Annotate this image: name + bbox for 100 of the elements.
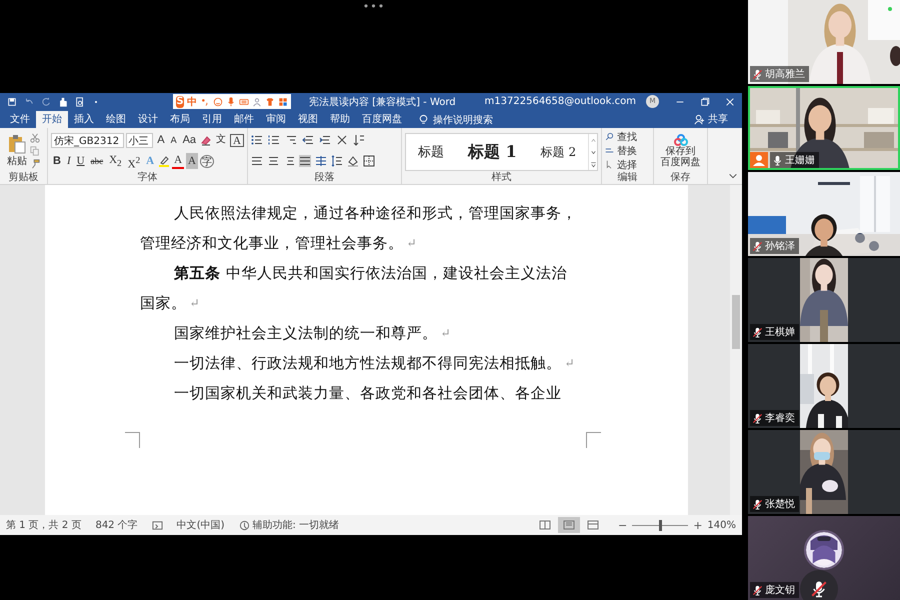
ribbon-tab[interactable]: 开始 bbox=[36, 111, 68, 128]
ribbon-tab[interactable]: 邮件 bbox=[228, 111, 260, 128]
more-button[interactable]: ••• bbox=[362, 0, 386, 14]
superscript-button[interactable]: X$^{2}$ bbox=[126, 153, 142, 169]
highlighter-icon[interactable] bbox=[158, 155, 170, 167]
ribbon-tab[interactable]: 帮助 bbox=[324, 111, 356, 128]
window-title: 宪法晨读内容 [兼容模式] - Word bbox=[308, 96, 457, 108]
document-text: 一切法律、行政法规和地方性法规都不得同宪法相抵触。 bbox=[174, 353, 562, 374]
person-icon[interactable] bbox=[694, 114, 705, 125]
ribbon-tab[interactable]: 百度网盘 bbox=[356, 111, 408, 128]
web-page-icon bbox=[586, 520, 599, 530]
word-count[interactable]: 842 个字 bbox=[95, 518, 138, 532]
strikethrough-button[interactable]: abc bbox=[88, 153, 106, 169]
punctuation-icon[interactable] bbox=[200, 96, 210, 106]
align-left-icon[interactable] bbox=[251, 155, 263, 167]
participant-tile[interactable]: 庞文钥 bbox=[748, 516, 900, 600]
decrease-indent-icon[interactable] bbox=[302, 134, 314, 146]
character-shading-button[interactable]: A bbox=[186, 153, 198, 169]
shading-icon[interactable] bbox=[347, 155, 359, 167]
multilevel-list-icon[interactable] bbox=[285, 134, 297, 146]
select-button[interactable]: 选择 bbox=[605, 158, 650, 171]
find-button[interactable]: 查找 bbox=[605, 130, 650, 143]
character-border-button[interactable]: A bbox=[230, 134, 244, 146]
smiley-icon[interactable] bbox=[213, 96, 223, 106]
ribbon-tab[interactable]: 文件 bbox=[4, 111, 36, 128]
redo-icon[interactable] bbox=[41, 96, 51, 106]
print-layout-button[interactable] bbox=[558, 517, 580, 533]
zoom-level[interactable]: 140% bbox=[707, 520, 736, 530]
font-size-field[interactable]: 小三 bbox=[126, 132, 154, 148]
italic-button[interactable]: I bbox=[64, 153, 73, 169]
sort-icon[interactable] bbox=[353, 134, 365, 146]
ribbon-tab[interactable]: 插入 bbox=[68, 111, 100, 128]
page-icon bbox=[562, 520, 575, 530]
ribbon-tab[interactable]: 引用 bbox=[196, 111, 228, 128]
increase-indent-icon[interactable] bbox=[319, 134, 331, 146]
share-button[interactable]: 共享 bbox=[688, 111, 734, 128]
zoom-in-button[interactable]: + bbox=[693, 518, 702, 532]
paragraph-mark: ↵ bbox=[406, 235, 418, 252]
numbering-icon[interactable] bbox=[268, 134, 280, 146]
participant-tile[interactable]: 李睿奕 bbox=[748, 344, 900, 428]
save-to-cloud-button[interactable]: 保存到 百度网盘 bbox=[657, 134, 704, 168]
bullets-icon[interactable] bbox=[251, 134, 263, 146]
page-count[interactable]: 第 1 页，共 2 页 bbox=[6, 518, 82, 532]
grid-icon[interactable] bbox=[278, 96, 288, 106]
borders-icon[interactable] bbox=[363, 155, 375, 167]
asian-layout-icon[interactable] bbox=[336, 134, 348, 146]
participant-tile[interactable]: 王棋婵 bbox=[748, 258, 900, 342]
participant-tile[interactable]: 胡高雅兰 bbox=[748, 0, 900, 84]
macro-icon[interactable] bbox=[152, 520, 163, 530]
microphone-icon[interactable] bbox=[226, 96, 236, 106]
ribbon-tab[interactable]: 设计 bbox=[132, 111, 164, 128]
undo-icon[interactable] bbox=[24, 96, 34, 106]
shirt-icon[interactable] bbox=[265, 96, 275, 106]
replace-button[interactable]: 替换 bbox=[605, 144, 650, 157]
subscript-button[interactable]: X$_{2}$ bbox=[107, 153, 124, 169]
align-center-icon[interactable] bbox=[267, 155, 279, 167]
format-painter-icon[interactable] bbox=[30, 158, 40, 168]
ribbon-tab[interactable]: 审阅 bbox=[260, 111, 292, 128]
participant-tile[interactable]: 张楚悦 bbox=[748, 430, 900, 514]
grow-font-button[interactable]: A bbox=[155, 132, 167, 148]
participant-tile[interactable]: 孙铭泽 bbox=[748, 172, 900, 256]
ribbon-tab[interactable]: 布局 bbox=[164, 111, 196, 128]
save-icon[interactable] bbox=[7, 96, 17, 106]
ribbon-tab[interactable]: 绘图 bbox=[100, 111, 132, 128]
language-status[interactable]: 中文(中国) bbox=[176, 518, 225, 532]
style-option[interactable]: 标题 2 bbox=[528, 144, 588, 160]
restore-icon[interactable] bbox=[700, 96, 710, 106]
eraser-icon[interactable] bbox=[200, 134, 212, 146]
expand-icon[interactable] bbox=[590, 160, 597, 168]
justify-icon[interactable] bbox=[299, 155, 311, 167]
phonetic-guide-button[interactable]: 文 bbox=[214, 132, 228, 148]
accessibility-icon[interactable] bbox=[238, 520, 250, 530]
collapse-ribbon-icon[interactable] bbox=[728, 171, 738, 181]
lightbulb-icon[interactable] bbox=[418, 114, 429, 125]
print-preview-icon[interactable] bbox=[75, 96, 85, 106]
underline-button[interactable]: U bbox=[74, 153, 87, 169]
accessibility-status[interactable]: 辅助功能: 一切就绪 bbox=[252, 518, 340, 532]
scroll-down-icon[interactable] bbox=[590, 148, 597, 156]
close-icon[interactable] bbox=[724, 96, 734, 106]
font-color-button[interactable]: A bbox=[172, 153, 184, 169]
muted-mic-icon bbox=[752, 326, 763, 338]
style-option[interactable]: 标题 bbox=[406, 143, 456, 161]
tell-me-search[interactable]: 操作说明搜索 bbox=[433, 112, 493, 126]
distributed-icon[interactable] bbox=[315, 155, 327, 167]
line-spacing-icon[interactable] bbox=[331, 155, 343, 167]
enclose-characters-button[interactable]: 字 bbox=[200, 154, 214, 168]
paste-button[interactable]: 粘贴 bbox=[7, 134, 27, 168]
shrink-font-button[interactable]: A bbox=[168, 132, 179, 148]
font-name-field[interactable]: 仿宋_GB2312 bbox=[51, 132, 124, 148]
style-option[interactable]: 标题 1 bbox=[456, 142, 529, 162]
participant-tile[interactable]: 王姗姗 bbox=[748, 86, 900, 170]
change-case-button[interactable]: Aa bbox=[180, 132, 198, 148]
participant-name: 李睿奕 bbox=[765, 412, 795, 425]
bold-button[interactable]: B bbox=[51, 153, 63, 169]
ribbon-tab[interactable]: 视图 bbox=[292, 111, 324, 128]
vertical-scrollbar[interactable] bbox=[730, 185, 742, 515]
cut-icon[interactable] bbox=[30, 132, 40, 142]
muted-mic-icon bbox=[752, 68, 763, 80]
zoom-out-button[interactable]: − bbox=[618, 518, 628, 532]
keyboard-icon[interactable] bbox=[239, 96, 249, 106]
